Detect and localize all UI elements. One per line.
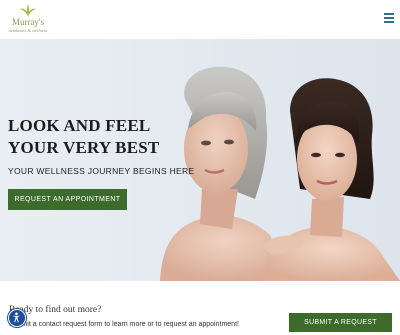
hero-title-line-1: LOOK AND FEEL bbox=[8, 116, 151, 135]
hero-title: LOOK AND FEEL YOUR VERY BEST bbox=[8, 115, 159, 159]
accessibility-figure-icon bbox=[12, 312, 21, 323]
hero-subtitle: YOUR WELLNESS JOURNEY BEGINS HERE bbox=[8, 166, 195, 176]
hero-title-line-2: YOUR VERY BEST bbox=[8, 138, 160, 157]
hero-section: LOOK AND FEEL YOUR VERY BEST YOUR WELLNE… bbox=[0, 39, 400, 281]
accessibility-icon[interactable] bbox=[8, 309, 26, 327]
contact-cta-bar: Ready to find out more? Submit a contact… bbox=[0, 281, 400, 335]
brand-logo[interactable]: Murray's aesthetics & wellness bbox=[8, 4, 48, 36]
hamburger-menu-icon[interactable] bbox=[384, 13, 394, 23]
hero-image bbox=[160, 66, 400, 281]
leaf-icon bbox=[20, 4, 36, 17]
logo-name: Murray's bbox=[11, 17, 45, 27]
site-header: Murray's aesthetics & wellness bbox=[0, 0, 400, 39]
submit-request-button[interactable]: SUBMIT A REQUEST bbox=[289, 313, 392, 332]
logo-tagline: aesthetics & wellness bbox=[8, 28, 48, 33]
contact-text: Submit a contact request form to learn m… bbox=[9, 321, 239, 328]
request-appointment-button[interactable]: REQUEST AN APPOINTMENT bbox=[8, 189, 127, 210]
